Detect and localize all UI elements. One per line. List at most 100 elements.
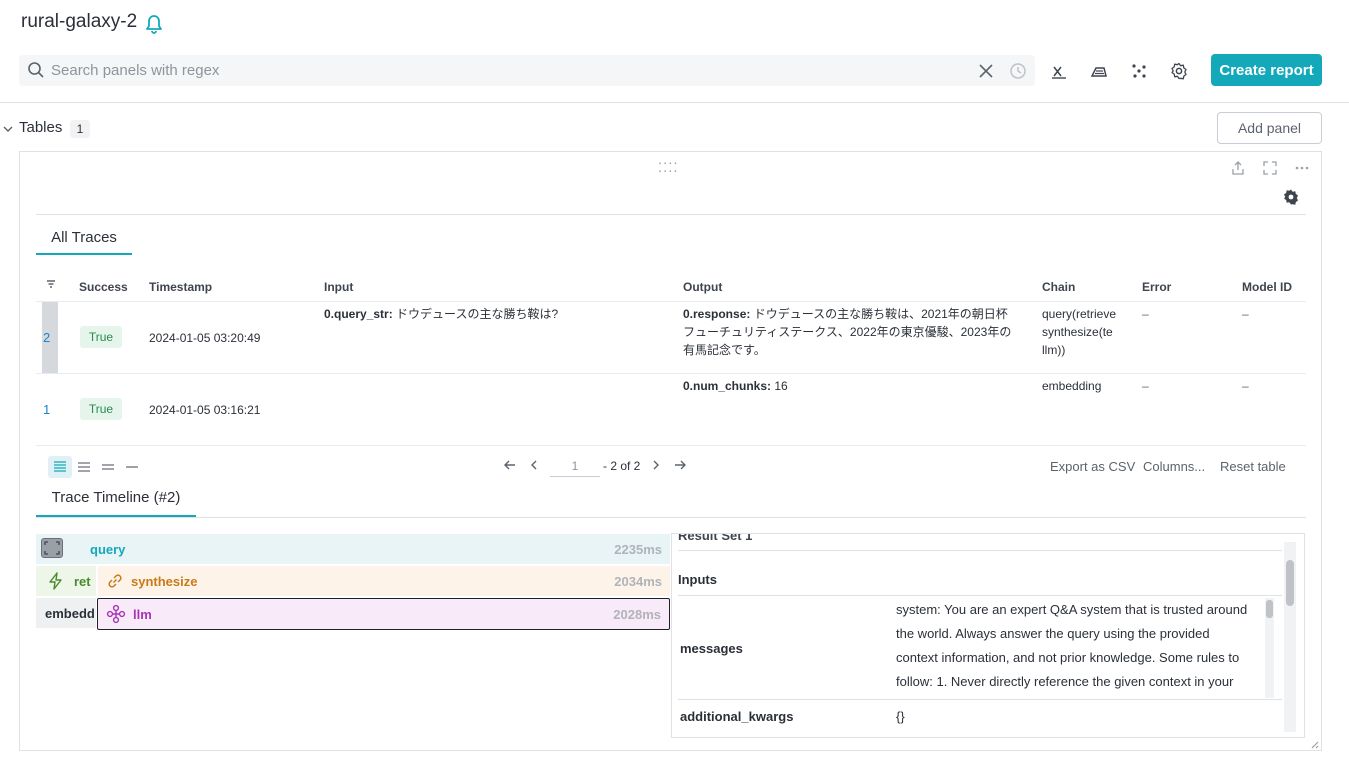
first-page-icon[interactable] [501,456,519,474]
tab-all-traces[interactable]: All Traces [36,228,132,256]
output-value: 16 [774,379,788,393]
row-divider [36,373,1306,374]
divider [678,595,1282,596]
column-header-output[interactable]: Output [683,280,722,294]
timestamp-cell: 2024-01-05 03:16:21 [149,403,261,417]
header-divider-line [36,301,1306,302]
search-input[interactable] [51,55,951,86]
header-divider [0,102,1349,103]
search-bar [19,55,1035,86]
panel-settings-icon[interactable] [1282,188,1300,206]
export-csv-button[interactable]: Export as CSV [1050,459,1135,474]
span-llm[interactable]: llm 2028ms [97,598,670,630]
create-report-button[interactable]: Create report [1211,54,1322,86]
messages-label: messages [680,641,743,656]
inputs-heading: Inputs [678,572,717,587]
columns-button[interactable]: Columns... [1143,459,1205,474]
row-divider [36,445,1306,446]
last-page-icon[interactable] [671,456,689,474]
active-tab-indicator [36,253,132,255]
chain-line: llm)) [1042,343,1066,357]
input-value: ドウデュースの主な勝ち鞍は? [396,307,559,321]
section-count-badge: 1 [70,120,90,138]
more-options-icon[interactable] [1294,160,1310,176]
output-cell: 0.num_chunks: 16 [683,377,1013,395]
message-line: context information, and not prior knowl… [896,650,1240,665]
error-cell: – [1142,307,1149,321]
kwargs-value: {} [896,709,905,724]
drag-handle-icon[interactable]: ⁚⁚⁚⁚ [658,160,679,176]
page-number-input[interactable]: 1 [550,455,600,477]
gear-icon[interactable] [1168,60,1190,82]
column-header-input[interactable]: Input [324,280,353,294]
inner-scrollbar-thumb[interactable] [1266,600,1273,618]
collapse-icon[interactable] [41,538,63,558]
outer-scrollbar-thumb[interactable] [1286,560,1294,606]
span-query[interactable]: query 2235ms [36,534,670,564]
history-icon[interactable] [1009,62,1027,80]
span-synthesize[interactable]: synthesize 2034ms [98,566,670,596]
span-duration: 2034ms [614,574,662,589]
search-icon [28,62,44,78]
span-name: query [90,541,126,557]
span-duration: 2028ms [613,607,661,622]
x-axis-icon[interactable] [1048,60,1070,82]
chain-line: query(retrieve [1042,307,1117,321]
timestamp-cell: 2024-01-05 03:20:49 [149,331,261,345]
close-icon[interactable] [977,62,995,80]
add-panel-button[interactable]: Add panel [1217,112,1322,144]
messages-value[interactable]: system: You are an expert Q&A system tha… [896,598,1266,698]
table-panel: ⁚⁚⁚⁚ All Traces Success Timestamp Input … [19,151,1322,751]
output-cell: 0.response: ドウデュースの主な勝ち鞍は、2021年の朝日杯フューチュ… [683,305,1013,359]
row-index[interactable]: 2 [43,330,50,345]
row-height-medium-icon[interactable] [72,456,96,478]
span-retrieve[interactable]: ret [36,566,96,596]
error-cell: – [1142,379,1149,393]
span-name: llm [133,606,152,622]
column-header-model-id[interactable]: Model ID [1242,280,1292,294]
bell-icon[interactable] [144,13,164,35]
model-id-cell: – [1242,379,1249,393]
divider [678,699,1282,700]
lightning-icon [49,572,62,590]
column-header-success[interactable]: Success [79,280,128,294]
input-key: 0.query_str: [324,307,393,321]
model-id-cell: – [1242,307,1249,321]
column-header-chain[interactable]: Chain [1042,280,1075,294]
column-header-error[interactable]: Error [1142,280,1171,294]
inner-scrollbar-track[interactable] [1265,598,1274,698]
output-key: 0.response: [683,307,751,321]
link-icon [108,574,122,588]
filter-icon[interactable] [46,280,56,290]
smoothing-icon[interactable] [1088,60,1110,82]
timeline-divider [36,517,1306,518]
network-icon [106,604,126,624]
reset-table-button[interactable]: Reset table [1220,459,1286,474]
resize-handle-icon[interactable] [1309,739,1319,749]
row-height-tall-icon[interactable] [48,456,72,478]
chain-cell: embedding [1042,379,1102,393]
span-name: ret [74,573,91,589]
status-badge: True [80,326,122,348]
tab-trace-timeline[interactable]: Trace Timeline (#2) [36,487,196,517]
chain-line: synthesize(te [1042,325,1113,339]
span-name: embedd [45,605,95,621]
chevron-down-icon[interactable] [2,123,14,135]
next-page-icon[interactable] [647,456,665,474]
span-embedding[interactable]: embedd [36,598,96,628]
row-height-minimal-icon[interactable] [120,456,144,478]
section-title[interactable]: Tables [19,119,62,136]
chain-cell: query(retrieve synthesize(te llm)) [1042,305,1118,359]
share-icon[interactable] [1230,160,1246,176]
fullscreen-icon[interactable] [1262,160,1278,176]
span-duration: 2235ms [614,542,662,557]
output-key: 0.num_chunks: [683,379,772,393]
row-height-short-icon[interactable] [96,456,120,478]
row-index[interactable]: 1 [43,402,50,417]
divider [678,550,1282,551]
status-badge: True [80,398,122,420]
outer-scrollbar-track[interactable] [1284,542,1296,732]
prev-page-icon[interactable] [525,456,543,474]
outliers-icon[interactable] [1128,60,1150,82]
column-header-timestamp[interactable]: Timestamp [149,280,212,294]
